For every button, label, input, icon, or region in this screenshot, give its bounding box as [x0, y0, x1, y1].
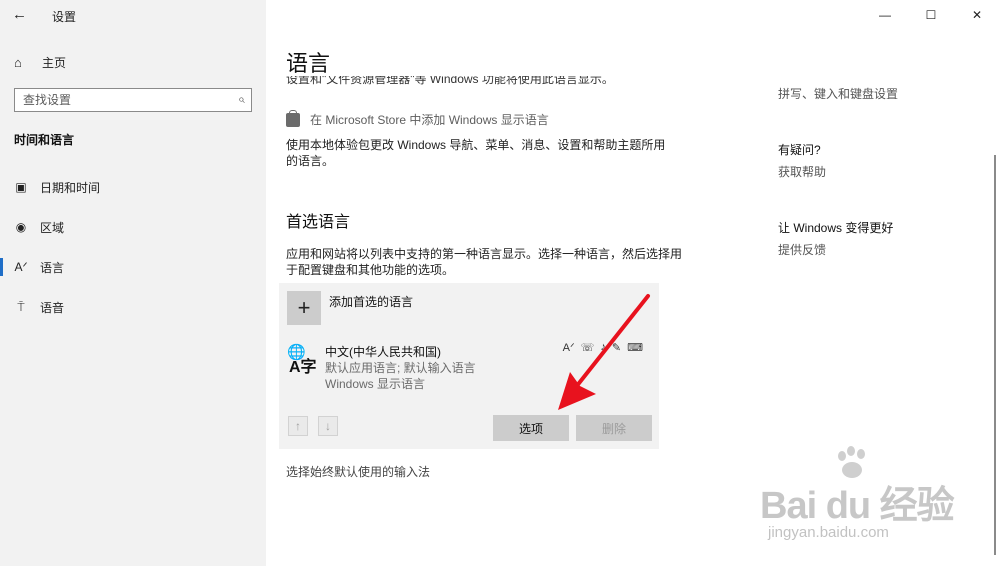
sidebar-item-language[interactable]: Aᐟ 语言	[0, 254, 266, 280]
language-default-info: 默认应用语言; 默认输入语言	[325, 361, 476, 375]
language-icon: Aᐟ	[14, 260, 28, 274]
help-heading: 有疑问?	[778, 143, 821, 157]
window-controls: — ☐ ✕	[862, 0, 1000, 30]
spelling-typing-keyboard-link[interactable]: 拼写、键入和键盘设置	[778, 85, 898, 102]
sidebar-item-speech[interactable]: ⍑ 语音	[0, 294, 266, 320]
display-language-note-text: 设置和"文件资源管理器"等 Windows 功能将使用此语言显示。	[286, 76, 614, 86]
main-content: 语言 设置和"文件资源管理器"等 Windows 功能将使用此语言显示。 在 M…	[266, 0, 760, 566]
calendar-clock-icon: ▣	[15, 180, 27, 194]
improve-windows-heading: 让 Windows 变得更好	[778, 221, 894, 235]
preferred-languages-title: 首选语言	[286, 214, 351, 231]
add-language-button[interactable]: +	[287, 291, 321, 325]
watermark-url: jingyan.baidu.com	[768, 524, 889, 541]
store-link-label: 在 Microsoft Store 中添加 Windows 显示语言	[310, 113, 549, 127]
search-icon[interactable]: ⌕	[238, 92, 245, 107]
arrow-down-icon: ↓	[325, 419, 331, 433]
sidebar: ← 设置 ⌂ 主页 ⌕ 时间和语言 ▣ 日期和时间 ◉ 区域 Aᐟ 语言 ⍑ 语…	[0, 0, 266, 566]
move-up-button[interactable]: ↑	[288, 416, 308, 436]
home-icon: ⌂	[14, 54, 22, 70]
default-input-method-link[interactable]: 选择始终默认使用的输入法	[286, 463, 430, 480]
baidu-watermark: Bai du 经验 jingyan.baidu.com	[760, 446, 980, 556]
maximize-icon[interactable]: ☐	[908, 0, 954, 30]
add-language-label: 添加首选的语言	[329, 295, 414, 309]
sidebar-item-region[interactable]: ◉ 区域	[0, 214, 266, 240]
sidebar-item-label: 语音	[40, 300, 65, 315]
preferred-languages-description: 应用和网站将以列表中支持的第一种语言显示。选择一种语言，然后选择用于配置键盘和其…	[286, 247, 683, 277]
scrollbar[interactable]	[994, 155, 996, 555]
language-name: 中文(中华人民共和国)	[325, 345, 441, 359]
sidebar-item-label: 区域	[40, 220, 65, 235]
sidebar-item-date-time[interactable]: ▣ 日期和时间	[0, 174, 266, 200]
language-pack-icon: 🌐 A字	[287, 341, 319, 376]
move-down-button[interactable]: ↓	[318, 416, 338, 436]
globe-region-icon: ◉	[15, 220, 27, 234]
language-display-info: Windows 显示语言	[325, 377, 426, 391]
watermark-main-text: Bai du 经验	[760, 485, 955, 527]
app-title: 设置	[52, 10, 77, 24]
give-feedback-link[interactable]: 提供反馈	[778, 241, 826, 258]
experience-pack-description: 使用本地体验包更改 Windows 导航、菜单、消息、设置和帮助主题所用的语言。	[286, 138, 666, 168]
microphone-icon: ⍑	[17, 299, 25, 314]
store-bag-icon	[286, 109, 300, 127]
display-language-note: 设置和"文件资源管理器"等 Windows 功能将使用此语言显示。	[286, 76, 614, 86]
back-arrow-icon[interactable]: ←	[12, 6, 32, 24]
nav-home[interactable]: ⌂ 主页	[14, 52, 66, 72]
sidebar-item-label: 语言	[40, 260, 65, 275]
arrow-up-icon: ↑	[295, 419, 301, 433]
minimize-icon[interactable]: —	[862, 0, 908, 30]
close-icon[interactable]: ✕	[954, 0, 1000, 30]
store-link[interactable]: 在 Microsoft Store 中添加 Windows 显示语言	[286, 109, 549, 128]
search-input[interactable]	[15, 89, 215, 111]
page-title: 语言	[286, 51, 331, 76]
section-title: 时间和语言	[14, 133, 75, 147]
sidebar-item-label: 日期和时间	[40, 180, 101, 195]
get-help-link[interactable]: 获取帮助	[778, 163, 826, 180]
nav-home-label: 主页	[42, 55, 67, 70]
annotation-arrow-icon	[558, 294, 650, 410]
search-box[interactable]: ⌕	[14, 88, 252, 112]
add-language-row[interactable]: + 添加首选的语言	[287, 291, 413, 325]
character-icon: A字	[289, 359, 317, 376]
